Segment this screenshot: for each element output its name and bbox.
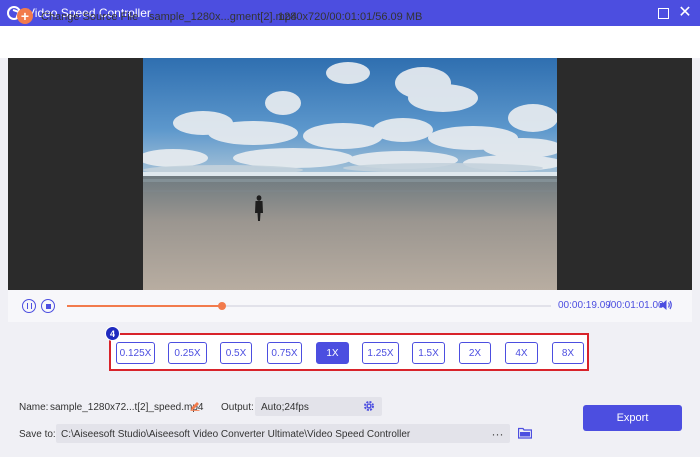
- source-file-name: sample_1280x...gment[2].mp4: [149, 11, 297, 23]
- close-icon[interactable]: ✕: [677, 5, 693, 21]
- name-label: Name:: [19, 402, 49, 413]
- step-badge: 4: [105, 326, 120, 341]
- toolbar: [0, 26, 700, 58]
- gear-icon[interactable]: [363, 400, 375, 412]
- progress-handle[interactable]: [217, 302, 226, 310]
- pause-icon[interactable]: [22, 299, 36, 313]
- speed-option-button[interactable]: 1.25X: [362, 342, 399, 364]
- export-button[interactable]: Export: [583, 405, 682, 431]
- speed-option-button[interactable]: 1X: [316, 342, 349, 364]
- folder-icon[interactable]: [518, 427, 532, 439]
- maximize-icon[interactable]: [655, 5, 671, 21]
- speed-option-button[interactable]: 0.5X: [220, 342, 252, 364]
- change-source-button[interactable]: Change Source File: [41, 11, 138, 23]
- output-label: Output:: [221, 402, 254, 413]
- stop-icon[interactable]: [41, 299, 55, 313]
- playback-controls: 00:00:19.09 /00:01:01.00: [8, 290, 692, 322]
- speed-option-button[interactable]: 4X: [505, 342, 538, 364]
- total-time: /00:01:01.00: [608, 300, 664, 311]
- speed-option-button[interactable]: 0.25X: [168, 342, 207, 364]
- current-time: 00:00:19.09: [558, 300, 611, 311]
- source-file-info: 1280x720/00:01:01/56.09 MB: [278, 11, 423, 23]
- speed-option-button[interactable]: 8X: [552, 342, 584, 364]
- save-to-label: Save to:: [19, 429, 56, 440]
- speed-option-button[interactable]: 1.5X: [412, 342, 445, 364]
- edit-icon[interactable]: [190, 401, 200, 411]
- speed-option-button[interactable]: 0.75X: [267, 342, 302, 364]
- output-format-value: Auto;24fps: [261, 402, 309, 413]
- speed-option-button[interactable]: 2X: [459, 342, 491, 364]
- progress-fill: [67, 305, 222, 307]
- volume-icon[interactable]: [659, 298, 673, 312]
- speed-option-button[interactable]: 0.125X: [116, 342, 155, 364]
- add-icon[interactable]: +: [17, 8, 33, 24]
- beach-scene-image: [143, 58, 557, 290]
- video-preview: [8, 58, 692, 290]
- browse-button[interactable]: ···: [485, 424, 510, 443]
- progress-slider[interactable]: [67, 302, 551, 310]
- video-frame: [143, 58, 557, 290]
- output-name-value: sample_1280x72...t[2]_speed.mp4: [50, 402, 204, 413]
- save-path-value: C:\Aiseesoft Studio\Aiseesoft Video Conv…: [61, 429, 411, 440]
